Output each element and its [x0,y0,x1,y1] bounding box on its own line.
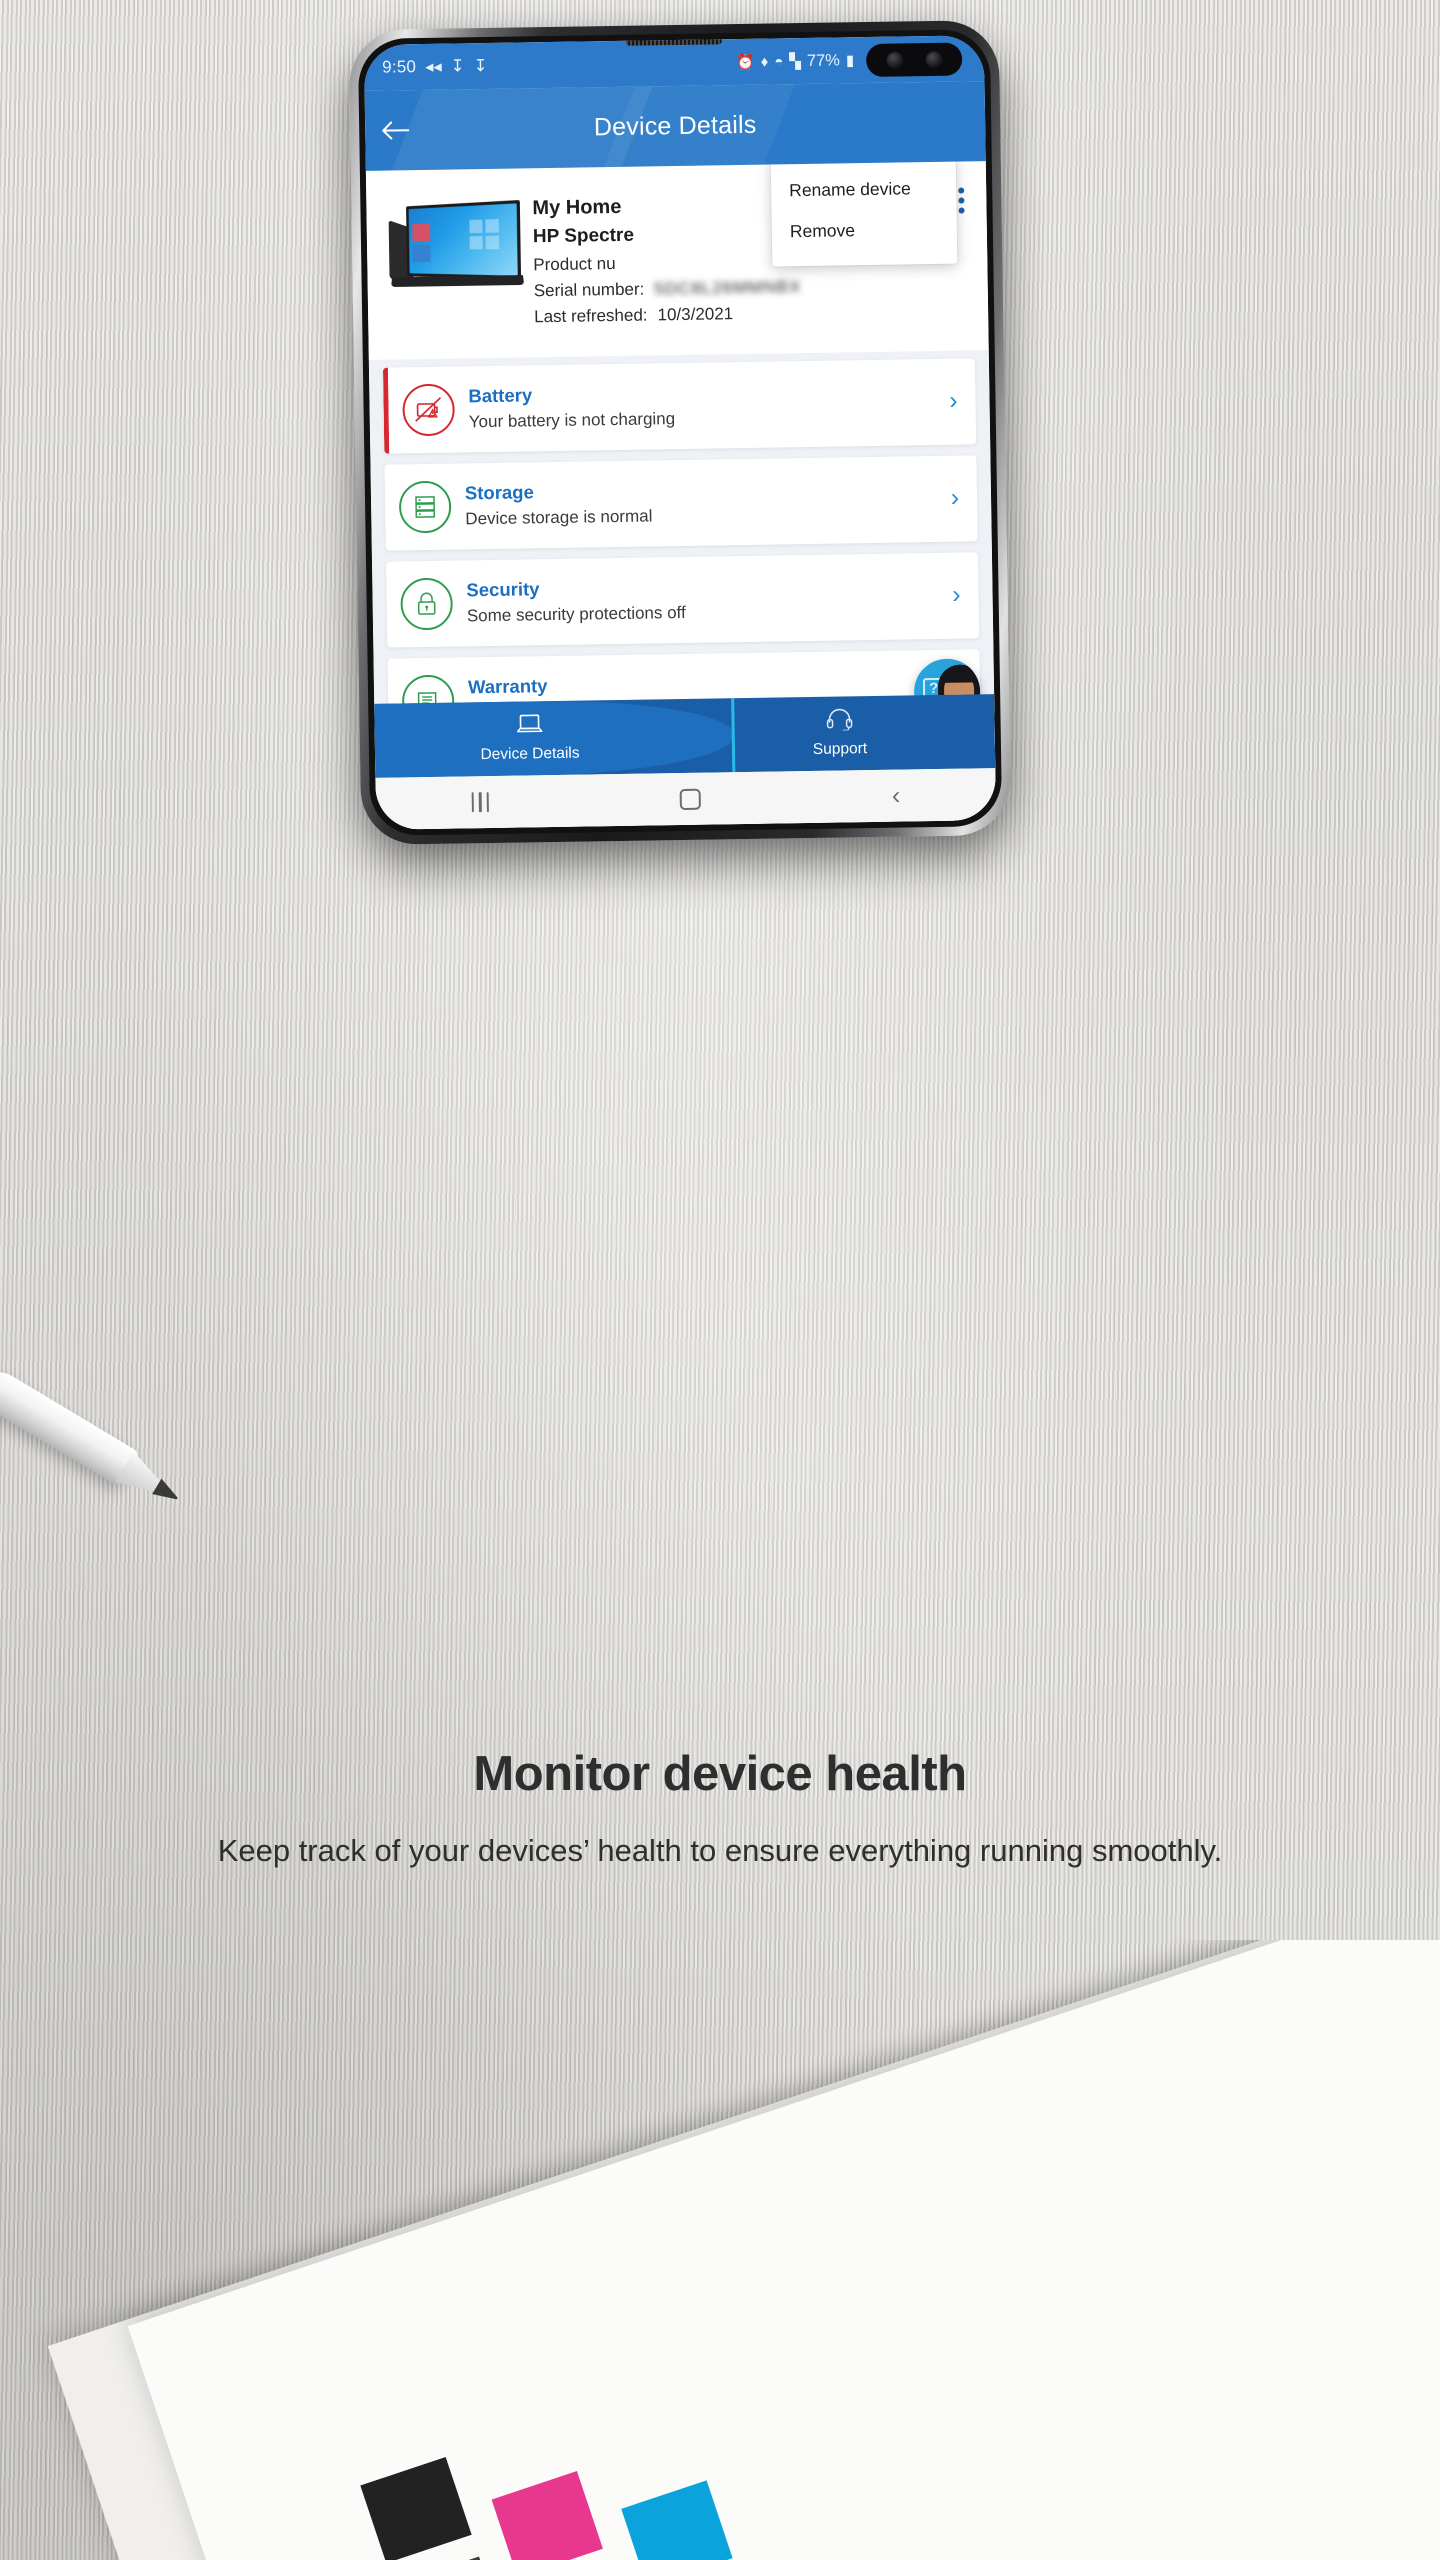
home-icon[interactable] [679,788,701,810]
printed-papers [0,1940,1440,2560]
camera-lens [924,50,943,69]
device-options-dropdown: Rename device Remove [770,161,958,267]
phone-bezel: 9:50 ◂◂ ↧ ↧ ⏰ ♦ ◓ ▚ 77% ▮ Device Details… [357,29,1003,836]
recents-icon[interactable] [471,792,489,813]
download-icon: ↧ [450,57,465,76]
phone-screen: 9:50 ◂◂ ↧ ↧ ⏰ ♦ ◓ ▚ 77% ▮ Device Details… [363,35,997,830]
kebab-dot [958,197,965,204]
list-item-text: Security Some security protections off [466,570,938,629]
list-item-battery[interactable]: Battery Your battery is not charging › [382,357,977,454]
laptop-icon [514,713,544,740]
caption-block: Monitor device health Keep track of your… [0,1745,1440,1873]
tab-device-details[interactable]: Device Details [374,699,685,778]
battery-percent: 77% [806,50,841,70]
rewind-icon: ◂◂ [424,57,442,76]
product-number-label: Product nu [533,253,616,274]
chevron-right-icon: › [950,483,960,512]
bluetooth-icon: ♦ [760,53,769,71]
last-refreshed-row: Last refreshed: 10/3/2021 [534,298,972,331]
paper-sheet-front [127,1940,1440,2560]
chevron-right-icon: › [952,580,961,609]
cellular-signal-icon: ▚ [789,53,802,71]
list-item-text: Battery Your battery is not charging [468,376,935,435]
tab-label: Device Details [480,744,580,764]
app-content: My Home HP Spectre Product nu Serial num… [365,161,997,830]
serial-number-label: Serial number: [533,279,645,301]
status-time: 9:50 [382,57,417,77]
last-refreshed-value: 10/3/2021 [657,304,734,325]
serial-number-value: 5DC8L26MMNBX [654,276,802,299]
status-bar-right: ⏰ ♦ ◓ ▚ 77% ▮ [736,51,855,72]
phone-frame: 9:50 ◂◂ ↧ ↧ ⏰ ♦ ◓ ▚ 77% ▮ Device Details… [348,19,1012,846]
menu-item-rename-device[interactable]: Rename device [771,168,957,212]
windows-logo-icon [469,218,501,251]
color-swatch-gray [393,2556,505,2560]
app-header: Device Details [364,81,986,171]
laptop-base [391,275,525,288]
storage-stack-icon [398,480,452,533]
caption-subtitle: Keep track of your devices’ health to en… [217,1832,1223,1868]
last-refreshed-label: Last refreshed: [534,305,648,327]
lock-icon [400,577,454,630]
device-summary-card: My Home HP Spectre Product nu Serial num… [365,161,989,360]
alarm-icon: ⏰ [735,53,755,72]
list-item-storage[interactable]: Storage Device storage is normal › [384,454,978,551]
color-swatch-cyan [621,2480,733,2560]
download-icon: ↧ [473,56,488,76]
smartphone-device: 9:50 ◂◂ ↧ ↧ ⏰ ♦ ◓ ▚ 77% ▮ Device Details… [348,19,1012,848]
list-item-security[interactable]: Security Some security protections off › [385,551,980,648]
chevron-right-icon: › [948,386,958,415]
battery-alert-icon [402,383,456,436]
menu-item-remove[interactable]: Remove [772,209,958,253]
bottom-navigation-bar: Device Details Support [374,694,996,778]
color-swatch-pink [491,2471,603,2560]
list-item-text: Storage Device storage is normal [465,473,937,532]
kebab-dot [958,207,965,214]
earpiece-speaker [625,37,722,46]
page-title: Device Details [593,110,757,141]
back-icon[interactable]: ‹ [892,781,901,809]
laptop-image [382,200,525,302]
headset-icon [825,708,853,735]
camera-lens [885,50,904,70]
caption-title: Monitor device health [473,1747,967,1801]
laptop-display [408,203,518,276]
desktop-tiles [412,223,433,265]
android-navigation-bar: ‹ [375,768,997,830]
tab-support[interactable]: Support [684,694,995,773]
battery-icon: ▮ [845,52,855,70]
status-bar-left: 9:50 ◂◂ ↧ ↧ [382,56,487,78]
kebab-dot [958,187,965,194]
color-swatch-black [360,2456,472,2560]
kebab-menu-icon[interactable] [954,183,969,217]
laptop-screen [406,200,522,279]
tab-label: Support [812,740,868,758]
wifi-icon: ◓ [774,52,784,70]
dual-camera-punch-hole [865,42,963,78]
